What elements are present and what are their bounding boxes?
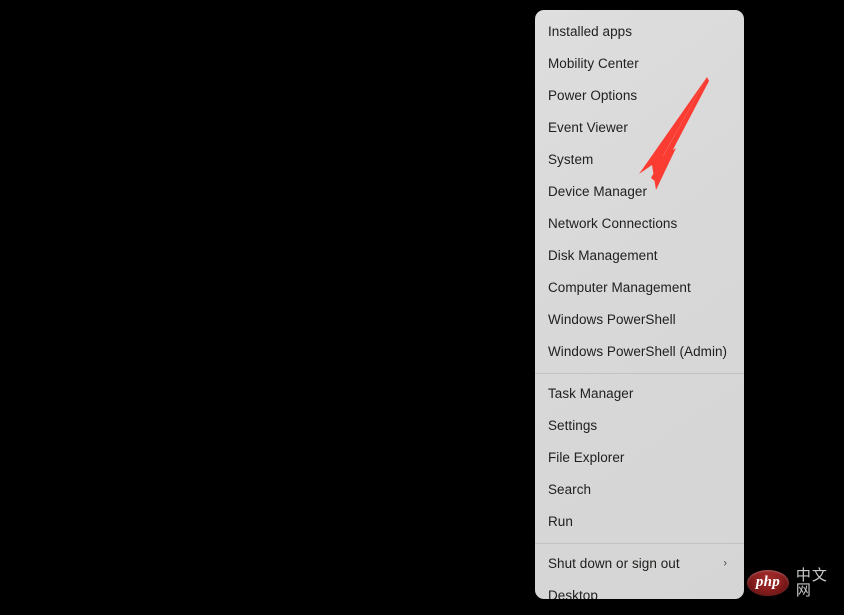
menu-item-task-manager[interactable]: Task Manager	[535, 378, 744, 410]
menu-item-event-viewer[interactable]: Event Viewer	[535, 112, 744, 144]
menu-item-label: Network Connections	[548, 216, 678, 232]
menu-item-search[interactable]: Search	[535, 474, 744, 506]
menu-item-label: Task Manager	[548, 386, 634, 402]
menu-item-file-explorer[interactable]: File Explorer	[535, 442, 744, 474]
menu-item-label: Computer Management	[548, 280, 691, 296]
menu-item-label: Event Viewer	[548, 120, 628, 136]
watermark-site-label: 中文网	[795, 565, 828, 599]
menu-item-desktop[interactable]: Desktop	[535, 580, 744, 599]
menu-item-run[interactable]: Run	[535, 506, 744, 538]
menu-item-system[interactable]: System	[535, 144, 744, 176]
php-logo-label: php	[755, 574, 781, 590]
menu-group: Shut down or sign out › Desktop	[535, 548, 744, 599]
menu-item-mobility-center[interactable]: Mobility Center	[535, 48, 744, 80]
menu-item-power-options[interactable]: Power Options	[535, 80, 744, 112]
menu-item-label: Search	[548, 482, 592, 498]
menu-item-label: Windows PowerShell (Admin)	[548, 344, 728, 360]
winx-context-menu[interactable]: Installed apps Mobility Center Power Optio…	[535, 10, 744, 599]
menu-item-label: Desktop	[548, 588, 598, 599]
watermark: php 中文网	[747, 566, 837, 599]
chevron-right-icon: ›	[723, 557, 727, 570]
menu-item-label: Settings	[548, 418, 598, 434]
menu-item-installed-apps[interactable]: Installed apps	[535, 16, 744, 48]
menu-item-settings[interactable]: Settings	[535, 410, 744, 442]
menu-item-label: Windows PowerShell	[548, 312, 676, 328]
menu-item-label: System	[548, 152, 594, 168]
menu-item-label: Disk Management	[548, 248, 658, 264]
menu-item-device-manager[interactable]: Device Manager	[535, 176, 744, 208]
menu-item-network-connections[interactable]: Network Connections	[535, 208, 744, 240]
menu-group-list: Installed apps Mobility Center Power Optio…	[535, 16, 744, 599]
menu-item-disk-management[interactable]: Disk Management	[535, 240, 744, 272]
menu-item-label: Power Options	[548, 88, 638, 104]
menu-item-label: Device Manager	[548, 184, 647, 200]
menu-item-shut-down-or-sign-out[interactable]: Shut down or sign out ›	[535, 548, 744, 580]
menu-group: Task Manager Settings File Explorer Search R…	[535, 378, 744, 538]
menu-item-label: File Explorer	[548, 450, 625, 466]
menu-item-label: Run	[548, 514, 573, 530]
menu-item-windows-powershell-admin[interactable]: Windows PowerShell (Admin)	[535, 336, 744, 368]
menu-item-computer-management[interactable]: Computer Management	[535, 272, 744, 304]
menu-item-windows-powershell[interactable]: Windows PowerShell	[535, 304, 744, 336]
menu-item-label: Installed apps	[548, 24, 633, 40]
menu-item-label: Shut down or sign out	[548, 556, 680, 572]
menu-item-label: Mobility Center	[548, 56, 639, 72]
php-logo-icon: php	[747, 569, 789, 596]
menu-separator	[535, 373, 744, 374]
menu-separator	[535, 543, 744, 544]
menu-group: Installed apps Mobility Center Power Optio…	[535, 16, 744, 368]
